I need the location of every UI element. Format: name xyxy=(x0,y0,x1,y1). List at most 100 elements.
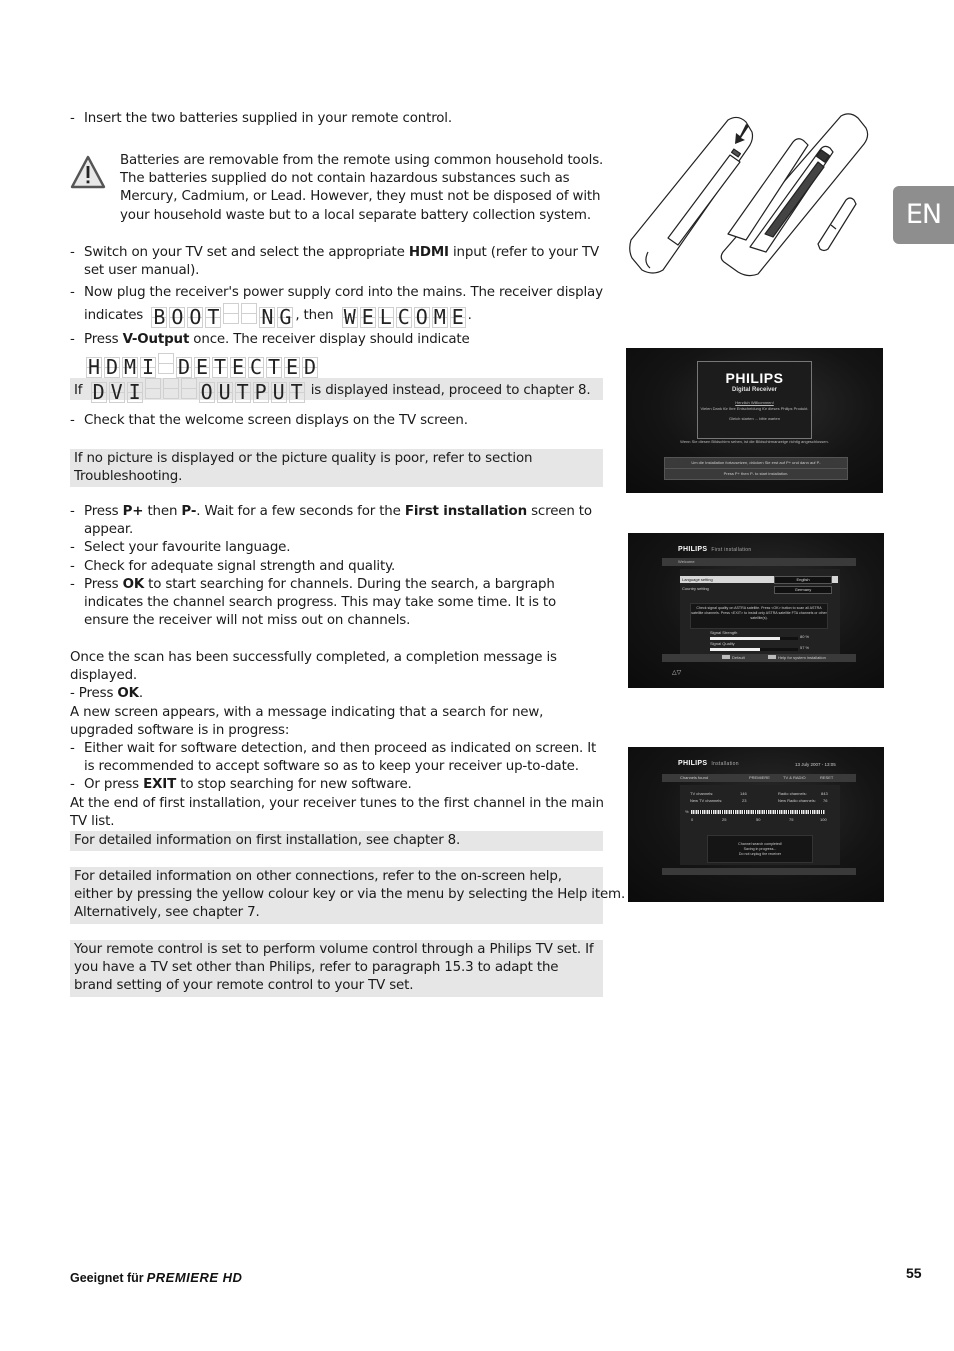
completion-line: Once the scan has been successfully comp… xyxy=(70,650,557,684)
lcd-segment: B xyxy=(151,306,168,328)
signal-quality-fill xyxy=(710,648,761,651)
progress-tick-25: 25 xyxy=(722,817,727,822)
remote-battery-illustration xyxy=(629,113,869,277)
lcd-segment: E xyxy=(359,306,376,328)
new-radio-label: New Radio channels: xyxy=(778,798,816,803)
new-radio-value: 76 xyxy=(823,798,828,803)
lcd-segment: T xyxy=(288,382,305,403)
note-dvi-output: If DVIOUTPUT is displayed instead, proce… xyxy=(70,378,603,403)
signal-quality-value: 57 % xyxy=(800,645,810,650)
lcd-segment xyxy=(241,302,258,324)
welcome-hint: Wenn Sie diesen Bildschirm sehen, ist di… xyxy=(680,439,829,444)
new-tv-value: 23 xyxy=(742,798,747,803)
lcd-welcome: WELCOME xyxy=(341,306,468,328)
lcd-segment: O xyxy=(413,306,430,328)
page-number: 55 xyxy=(906,1265,922,1281)
lcd-segment: C xyxy=(248,356,264,378)
tv-footer-strip xyxy=(662,868,856,875)
lcd-segment: W xyxy=(341,306,358,328)
signal-message: Check signal quality on ASTRA satellite.… xyxy=(690,603,828,629)
lcd-segment xyxy=(162,378,179,399)
warning-icon xyxy=(70,155,106,189)
lcd-segment: D xyxy=(176,356,192,378)
premiere-hd-logo: PREMIERE HD xyxy=(146,1270,243,1285)
philips-logo: PHILIPS xyxy=(725,370,784,386)
new-tv-label: New TV channels: xyxy=(690,798,723,803)
tv-channels-label: TV channels: xyxy=(690,791,714,796)
tv-header: PHILIPS Installation xyxy=(678,760,739,767)
step-signal: Check for adequate signal strength and q… xyxy=(70,558,604,576)
lcd-segment: M xyxy=(431,306,448,328)
signal-strength-meter xyxy=(710,637,798,640)
progress-tick-100: 100 xyxy=(820,817,827,822)
lcd-segment: U xyxy=(270,382,287,403)
radio-channels-label: Radio channels: xyxy=(778,791,807,796)
language-tab-en: EN xyxy=(893,186,954,244)
lcd-segment: E xyxy=(230,356,246,378)
lcd-segment: O xyxy=(198,382,215,403)
tab-tv-radio: TV & RADIO xyxy=(783,775,806,780)
completion-end: At the end of first installation, your r… xyxy=(70,795,604,829)
lcd-segment: G xyxy=(277,306,294,328)
lcd-segment: D xyxy=(302,356,318,378)
tab-channels-found: Channels found xyxy=(680,775,709,780)
date-time: 13 July 2007 - 13:05 xyxy=(795,762,836,767)
lcd-segment: M xyxy=(122,356,138,378)
lcd-segment: E xyxy=(449,306,466,328)
lcd-segment: H xyxy=(86,356,102,378)
welcome-panel: PHILIPS Digital Receiver Herzlich Willko… xyxy=(697,361,812,439)
lcd-segment: T xyxy=(266,356,282,378)
completion-press-ok: - Press OK. xyxy=(70,686,143,702)
radio-channels-value: 843 xyxy=(821,791,828,796)
lcd-dvi-output: DVIOUTPUT xyxy=(90,378,307,403)
lcd-segment: P xyxy=(252,382,269,403)
lcd-segment: T xyxy=(205,306,222,328)
step-insert-batteries: Insert the two batteries supplied in you… xyxy=(70,110,604,128)
nav-arrows-icon: △▽ xyxy=(672,670,682,676)
lcd-segment: V xyxy=(108,382,125,403)
tab-premiere: PREMIERE xyxy=(749,775,770,780)
signal-strength-label: Signal Strength xyxy=(710,630,738,635)
note-no-picture: If no picture is displayed or the pictur… xyxy=(70,449,603,488)
signal-quality-label: Signal Quality xyxy=(710,641,735,646)
tv-welcome-screen: PHILIPS Digital Receiver Herzlich Willko… xyxy=(626,348,883,493)
tv-channels-value: 146 xyxy=(740,791,747,796)
lcd-segment: L xyxy=(377,306,394,328)
lcd-segment xyxy=(180,378,197,399)
signal-strength-value: 80 % xyxy=(800,634,810,639)
progress-tick-75: 75 xyxy=(789,817,794,822)
step-plug-in: Now plug the receiver's power supply cor… xyxy=(70,284,604,328)
note-remote-volume: Your remote control is set to perform vo… xyxy=(70,940,603,997)
tv-installation-screen: PHILIPS Installation 13 July 2007 - 13:05… xyxy=(628,747,884,902)
lcd-segment: I xyxy=(140,356,156,378)
completion-message: Channel search completed! Saving in prog… xyxy=(707,835,813,863)
tv-strip: Welcome xyxy=(662,558,856,566)
step-language: Select your favourite language. xyxy=(70,539,604,557)
step-press-p: Press P+ then P-. Wait for a few seconds… xyxy=(70,503,604,539)
search-progress-bar xyxy=(691,810,825,814)
signal-quality-meter xyxy=(710,648,798,651)
step-press-ok: Press OK to start searching for channels… xyxy=(70,576,604,631)
hdmi-steps: Switch on your TV set and select the app… xyxy=(70,244,604,378)
default-key-label: Default xyxy=(722,655,745,661)
signal-strength-fill xyxy=(710,637,781,640)
step-check-welcome: Check that the welcome screen displays o… xyxy=(70,412,604,430)
lcd-hdmi-detected: HDMIDETECTED xyxy=(86,352,320,378)
lcd-segment: D xyxy=(90,382,107,403)
lcd-segment xyxy=(223,302,240,324)
tv-header: PHILIPS First installation xyxy=(678,546,752,553)
lcd-segment: T xyxy=(212,356,228,378)
lcd-segment xyxy=(158,352,174,374)
step-v-output: Press V-Output once. The receiver displa… xyxy=(70,331,604,349)
welcome-bar-2: Press P+ then P- to start installation. xyxy=(664,468,848,480)
lcd-segment: T xyxy=(234,382,251,403)
lcd-segment: O xyxy=(169,306,186,328)
step-or-exit: Or press EXIT to stop searching for new … xyxy=(70,776,604,794)
lcd-segment xyxy=(144,378,161,399)
lcd-hdmi-detected-wrap: HDMIDETECTED xyxy=(86,352,604,378)
step-switch-on: Switch on your TV set and select the app… xyxy=(70,244,604,280)
country-value: Germany xyxy=(774,586,832,594)
lcd-segment: U xyxy=(216,382,233,403)
lcd-segment: N xyxy=(259,306,276,328)
language-value: English xyxy=(774,576,832,584)
